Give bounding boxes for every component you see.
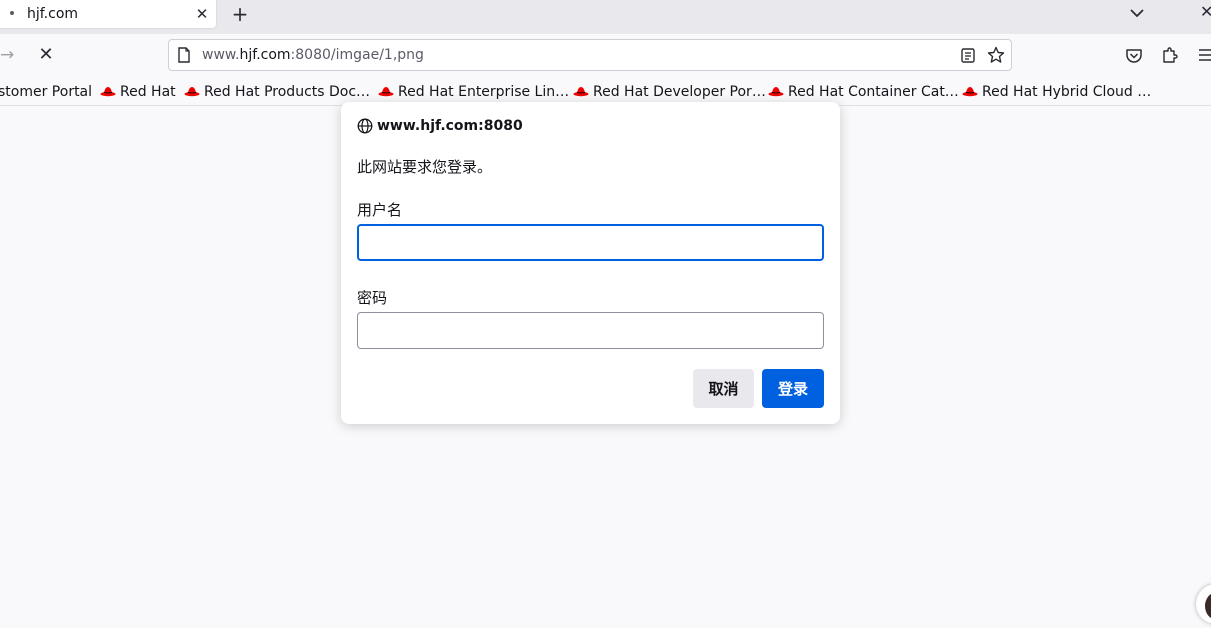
username-input[interactable] [357,224,824,261]
redhat-icon [100,87,116,97]
url-path: :8080/imgae/1,png [290,47,424,63]
login-button[interactable]: 登录 [762,369,824,408]
extensions-puzzle-icon[interactable] [1161,46,1179,64]
bookmark-label: Red Hat [120,84,176,100]
dialog-message: 此网站要求您登录。 [357,158,493,176]
url-host: hjf.com [239,47,291,63]
bookmark-item[interactable]: Red Hat Developer Por… [573,81,766,103]
page-icon[interactable] [177,47,191,63]
tab-list-chevron-icon[interactable] [1126,4,1148,22]
url-prefix: www. [202,47,240,63]
bookmark-label: Red Hat Developer Por… [593,84,766,100]
avatar[interactable] [1196,584,1211,624]
bookmark-label: Red Hat Products Doc… [204,84,371,100]
globe-icon [357,118,373,134]
bookmark-item[interactable]: Red Hat Products Doc… [184,81,370,103]
bookmark-item[interactable]: Red Hat Hybrid Cloud … [962,81,1151,103]
redhat-icon [768,87,784,97]
username-label: 用户名 [357,201,403,219]
bookmark-item[interactable]: Red Hat [100,81,176,103]
tab-close-icon[interactable]: ✕ [193,5,211,23]
loading-dot-icon [10,11,14,15]
hamburger-menu-icon[interactable] [1198,47,1211,63]
tab-strip: hjf.com ✕ + ✕ [0,0,1211,34]
bookmark-label: Red Hat Hybrid Cloud … [982,84,1152,100]
redhat-icon [378,87,394,97]
bookmark-label: Red Hat Enterprise Lin… [398,84,570,100]
bookmark-star-icon[interactable] [987,46,1005,64]
pocket-icon[interactable] [1125,47,1143,65]
stop-icon[interactable]: ✕ [36,44,56,66]
dialog-host: www.hjf.com:8080 [377,118,523,134]
cancel-button[interactable]: 取消 [693,369,754,408]
bookmark-item[interactable]: Red Hat Enterprise Lin… [378,81,569,103]
tab-active[interactable]: hjf.com ✕ [0,0,216,28]
redhat-icon [962,87,978,97]
bookmark-item[interactable]: stomer Portal [0,81,92,103]
password-input[interactable] [357,312,824,349]
window-close-icon[interactable]: ✕ [1200,2,1211,22]
bookmark-label: Red Hat Container Cat… [788,84,959,100]
redhat-icon [184,87,200,97]
bookmark-item[interactable]: Red Hat Container Cat… [768,81,959,103]
navigation-bar: → ✕ www.hjf.com:8080/imgae/1,png [0,34,1211,78]
new-tab-icon[interactable]: + [229,3,251,25]
login-dialog: www.hjf.com:8080 此网站要求您登录。 用户名 密码 取消 登录 [341,102,840,424]
forward-icon[interactable]: → [0,44,20,66]
password-label: 密码 [357,289,388,307]
reader-view-icon[interactable] [961,48,975,63]
bookmark-label: stomer Portal [0,84,93,100]
redhat-icon [573,87,589,97]
url-bar[interactable]: www.hjf.com:8080/imgae/1,png [168,39,1012,71]
tab-title: hjf.com [27,6,79,22]
url-text[interactable]: www.hjf.com:8080/imgae/1,png [202,46,424,64]
